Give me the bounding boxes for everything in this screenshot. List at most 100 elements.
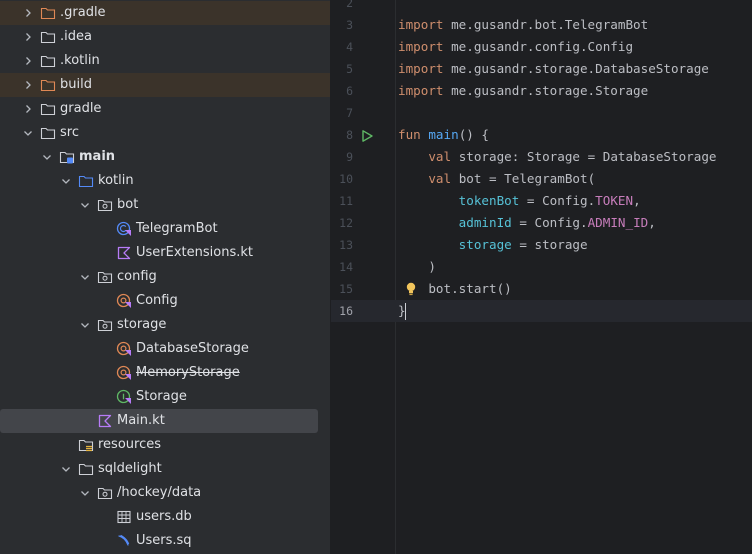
source-folder-icon [78, 173, 94, 189]
tree-item-databasestorage[interactable]: DatabaseStorage [0, 337, 330, 361]
line-number: 12 [339, 216, 353, 230]
code-line[interactable]: 4 import me.gusandr.config.Config [331, 36, 752, 58]
tree-item-config[interactable]: Config [0, 289, 330, 313]
code-text: bot.start() [398, 278, 512, 300]
function-name-token: main [428, 127, 459, 142]
chevron-right-icon[interactable] [20, 29, 36, 45]
chevron-down-icon[interactable] [58, 173, 74, 189]
code-token: bot.start() [398, 281, 512, 296]
code-text: ) [398, 256, 436, 278]
line-number: 11 [339, 194, 353, 208]
code-line[interactable]: 13 storage = storage [331, 234, 752, 256]
line-number: 7 [346, 106, 353, 120]
code-token: = storage [511, 237, 588, 252]
code-token: bot = TelegramBot( [458, 171, 596, 186]
tree-item-label: .idea [60, 29, 92, 44]
code-line[interactable]: 11 tokenBot = Config.TOKEN, [331, 190, 752, 212]
code-line[interactable]: 10 val bot = TelegramBot( [331, 168, 752, 190]
chevron-down-icon[interactable] [77, 269, 93, 285]
chevron-right-icon[interactable] [20, 77, 36, 93]
tree-item-gradle[interactable]: gradle [0, 97, 330, 121]
run-gutter-icon[interactable] [360, 128, 374, 142]
tree-item-label: .gradle [60, 5, 106, 20]
tree-item-build[interactable]: build [0, 73, 330, 97]
tree-item-kotlin[interactable]: .kotlin [0, 49, 330, 73]
code-editor[interactable]: 2 3 import me.gusandr.bot.TelegramBot 4 impo… [331, 0, 752, 554]
chevron-down-icon[interactable] [77, 197, 93, 213]
code-line[interactable]: 15 bot.start() [331, 278, 752, 300]
tree-item-storage[interactable]: storage [0, 313, 330, 337]
tree-item-label: Users.sq [136, 533, 192, 548]
code-text: storage = storage [398, 234, 588, 256]
code-text: adminId = Config.ADMIN_ID, [398, 212, 656, 234]
tree-item-label: Storage [136, 389, 187, 404]
folder-icon [78, 461, 94, 477]
tree-item-hockey-data[interactable]: /hockey/data [0, 481, 330, 505]
line-number: 13 [339, 238, 353, 252]
code-token: storage: Storage = DatabaseStorage [458, 149, 717, 164]
keyword-token: val [428, 149, 459, 164]
kotlin-file-icon [97, 413, 113, 429]
chevron-down-icon[interactable] [77, 317, 93, 333]
tree-item-main-kt[interactable]: Main.kt [0, 409, 318, 433]
chevron-down-icon[interactable] [77, 485, 93, 501]
tree-item-resources[interactable]: resources [0, 433, 330, 457]
code-line[interactable]: 16} [331, 300, 752, 322]
chevron-right-icon[interactable] [20, 53, 36, 69]
tree-item-users-sq[interactable]: Users.sq [0, 529, 330, 553]
line-number: 8 [346, 128, 353, 142]
tree-item-label: Config [136, 293, 178, 308]
tree-item-label: main [79, 149, 116, 164]
code-line[interactable]: 6 import me.gusandr.storage.Storage [331, 80, 752, 102]
keyword-token: import [398, 61, 452, 76]
tree-item-label: DatabaseStorage [136, 341, 249, 356]
tree-item-idea[interactable]: .idea [0, 25, 330, 49]
tree-item-config[interactable]: config [0, 265, 330, 289]
resources-folder-icon [78, 437, 94, 453]
tree-item-sqldelight[interactable]: sqldelight [0, 457, 330, 481]
tree-item-kotlin[interactable]: kotlin [0, 169, 330, 193]
chevron-down-icon[interactable] [20, 125, 36, 141]
kotlin-object-icon [116, 365, 132, 381]
tree-item-label: config [117, 269, 157, 284]
tree-item-label: Main.kt [117, 413, 165, 428]
kotlin-file-icon [116, 245, 132, 261]
code-line[interactable]: 9 val storage: Storage = DatabaseStorage [331, 146, 752, 168]
tree-item-bot[interactable]: bot [0, 193, 330, 217]
tree-item-label: TelegramBot [136, 221, 218, 236]
line-number: 10 [339, 172, 353, 186]
chevron-right-icon[interactable] [20, 5, 36, 21]
code-line[interactable]: 2 [331, 0, 752, 14]
code-line[interactable]: 14 ) [331, 256, 752, 278]
tree-item-main[interactable]: main [0, 145, 330, 169]
tree-item-users-db[interactable]: users.db [0, 505, 330, 529]
chevron-down-icon[interactable] [39, 149, 55, 165]
tree-item-label: /hockey/data [117, 485, 202, 500]
tree-item-userextensions-kt[interactable]: UserExtensions.kt [0, 241, 330, 265]
tree-item-telegrambot[interactable]: TelegramBot [0, 217, 330, 241]
tree-item-memorystorage[interactable]: MemoryStorage [0, 361, 330, 385]
tree-item-label: users.db [136, 509, 192, 524]
code-line[interactable]: 3 import me.gusandr.bot.TelegramBot [331, 14, 752, 36]
code-line[interactable]: 5 import me.gusandr.storage.DatabaseStora… [331, 58, 752, 80]
code-token: , [648, 215, 656, 230]
code-token: , [633, 193, 641, 208]
tree-item-label: resources [98, 437, 162, 452]
chevron-down-icon[interactable] [58, 461, 74, 477]
code-line[interactable]: 12 adminId = Config.ADMIN_ID, [331, 212, 752, 234]
tree-item-src[interactable]: src [0, 121, 330, 145]
tree-item-storage[interactable]: Storage [0, 385, 330, 409]
code-text: import me.gusandr.storage.Storage [398, 80, 648, 102]
code-line[interactable]: 7 [331, 102, 752, 124]
code-text: } [398, 300, 406, 322]
code-line[interactable]: 8 fun main() { [331, 124, 752, 146]
chevron-right-icon[interactable] [20, 101, 36, 117]
tree-item-gradle[interactable]: .gradle [0, 1, 330, 25]
